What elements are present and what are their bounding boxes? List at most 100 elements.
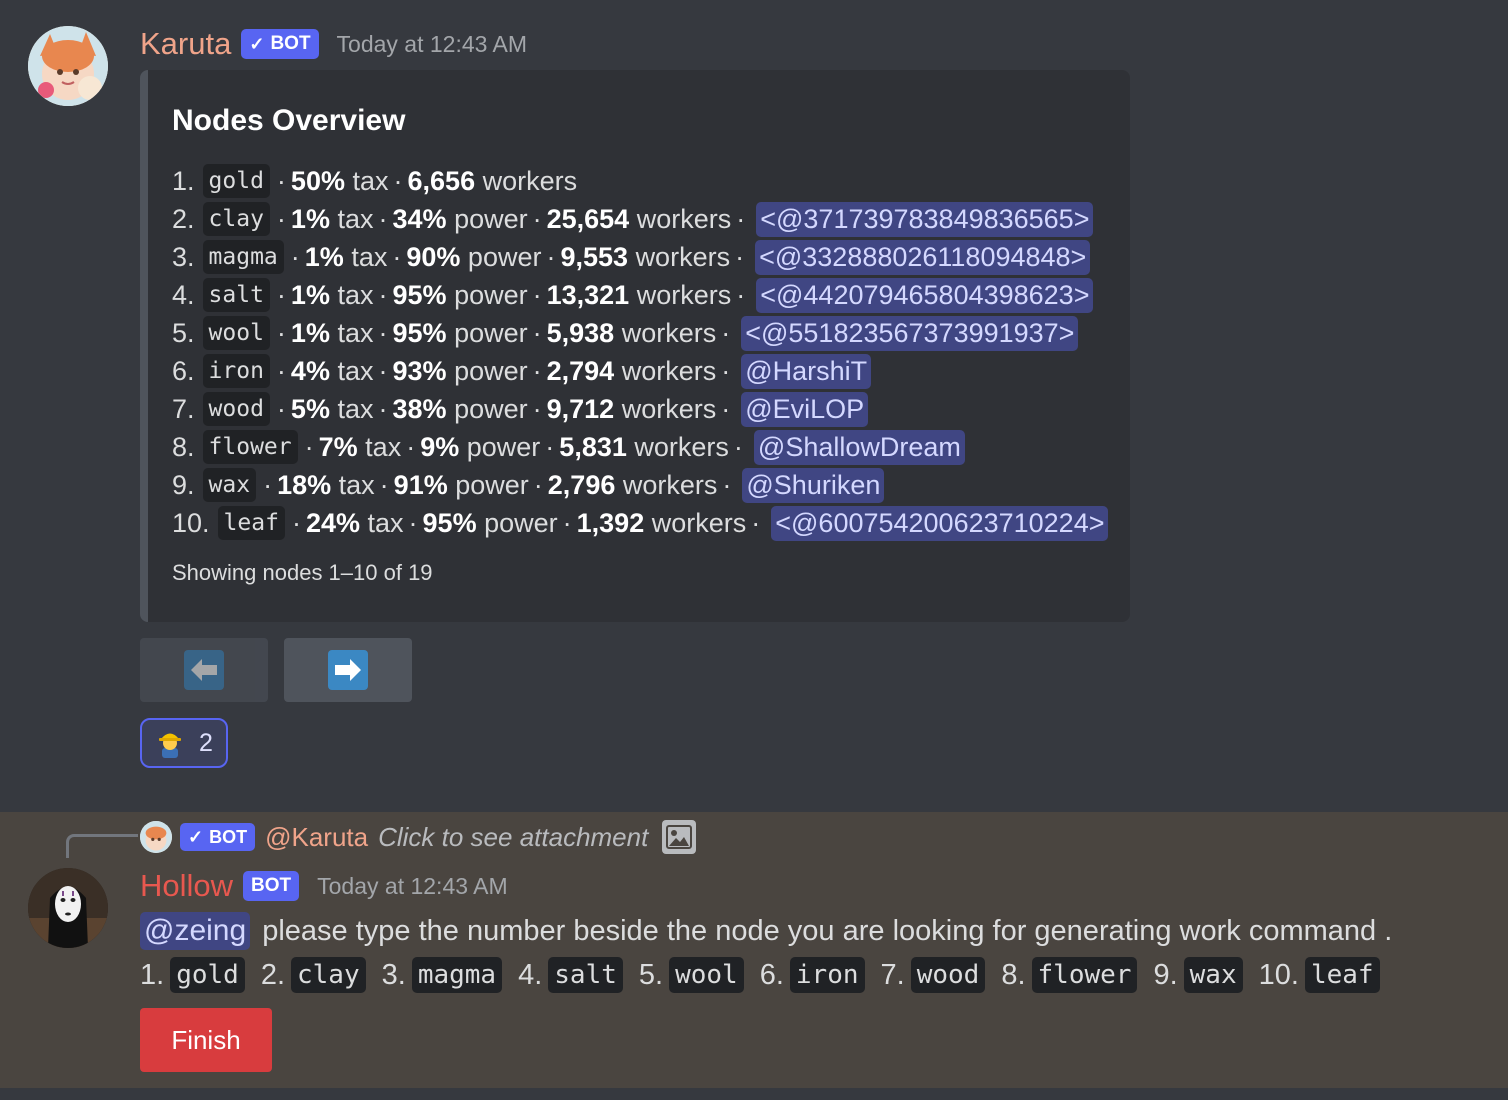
hollow-username[interactable]: Hollow: [140, 868, 233, 904]
node-name: salt: [202, 278, 270, 312]
node-power: 95%: [392, 279, 447, 310]
node-owner-mention[interactable]: <@600754200623710224>: [771, 505, 1109, 541]
bot-badge: BOT: [243, 871, 300, 901]
node-tax-label: tax: [365, 431, 402, 462]
option-name: leaf: [1304, 957, 1380, 993]
node-owner-mention[interactable]: @EviLOP: [741, 391, 869, 427]
reaction-construction-worker[interactable]: 2: [140, 718, 228, 768]
node-workers-label: workers: [621, 355, 717, 386]
node-owner-mention[interactable]: <@371739783849836565>: [756, 201, 1094, 237]
node-number: 10.: [172, 507, 210, 538]
hollow-avatar[interactable]: [28, 868, 108, 948]
node-row: 7. wood · 5% tax · 38% power · 9,712 workers · @E…: [172, 390, 1108, 428]
hollow-header: Hollow BOT Today at 12:43 AM: [140, 866, 508, 906]
node-workers: 6,656: [407, 165, 476, 196]
node-power: 38%: [392, 393, 447, 424]
node-workers: 25,654: [546, 203, 630, 234]
node-tax: 4%: [290, 355, 330, 386]
embed-title: Nodes Overview: [172, 104, 406, 137]
node-option: 8. flower: [1001, 957, 1139, 993]
node-tax-label: tax: [338, 469, 375, 500]
option-number: 8.: [1001, 958, 1026, 991]
node-row: 5. wool · 1% tax · 95% power · 5,938 workers · <@…: [172, 314, 1108, 352]
option-number: 1.: [140, 958, 165, 991]
node-workers-label: workers: [636, 279, 732, 310]
hollow-message-content: @zeing please type the number beside the…: [140, 908, 1396, 998]
node-name: leaf: [217, 506, 285, 540]
node-workers-label: workers: [482, 165, 578, 196]
node-owner-mention[interactable]: <@332888026118094848>: [755, 239, 1091, 275]
arrow-left-icon: [184, 650, 224, 690]
verified-check-icon: ✓: [249, 33, 265, 54]
embed-footer: Showing nodes 1–10 of 19: [172, 560, 433, 585]
node-name: flower: [202, 430, 298, 464]
node-tax: 1%: [290, 279, 330, 310]
node-row: 9. wax · 18% tax · 91% power · 2,796 workers · @S…: [172, 466, 1108, 504]
node-number: 6.: [172, 355, 195, 386]
option-name: magma: [411, 957, 503, 993]
timestamp: Today at 12:43 AM: [317, 872, 508, 899]
node-tax-label: tax: [337, 203, 374, 234]
reply-text: Click to see attachment: [378, 821, 649, 852]
previous-page-button[interactable]: [140, 638, 268, 702]
node-row: 1. gold · 50% tax · 6,656 workers: [172, 162, 1108, 200]
option-name: wax: [1183, 957, 1243, 993]
node-workers: 5,831: [559, 431, 627, 462]
arrow-right-icon: [328, 650, 368, 690]
option-name: iron: [789, 957, 865, 993]
reply-reference[interactable]: ✓ BOT @Karuta Click to see attachment: [140, 818, 697, 856]
node-name: gold: [202, 164, 270, 198]
node-option: 4. salt: [518, 957, 625, 993]
node-owner-mention[interactable]: <@442079465804398623>: [756, 277, 1094, 313]
node-workers-label: workers: [635, 241, 731, 272]
option-name: gold: [170, 957, 245, 993]
node-workers-label: workers: [622, 469, 718, 500]
node-option: 1. gold: [140, 957, 247, 993]
node-option: 3. magma: [382, 957, 504, 993]
node-workers-label: workers: [621, 317, 717, 348]
karuta-avatar-art: [28, 26, 108, 106]
bot-badge: ✓ BOT: [241, 29, 319, 59]
node-tax: 1%: [304, 241, 344, 272]
node-workers: 2,796: [547, 469, 616, 500]
node-workers: 5,938: [546, 317, 615, 348]
node-power: 95%: [422, 507, 477, 538]
node-option: 6. iron: [760, 957, 867, 993]
finish-button[interactable]: Finish: [140, 1008, 272, 1072]
image-icon: [662, 820, 697, 854]
node-number: 1.: [172, 165, 195, 196]
node-tax: 24%: [305, 507, 360, 538]
karuta-header: Karuta ✓ BOT Today at 12:43 AM: [140, 24, 527, 64]
node-tax-label: tax: [337, 355, 374, 386]
user-mention[interactable]: @zeing: [140, 912, 251, 950]
node-row: 6. iron · 4% tax · 93% power · 2,794 workers · @H…: [172, 352, 1108, 390]
reply-connector: [66, 834, 138, 858]
verified-check-icon: ✓: [188, 826, 204, 847]
option-number: 9.: [1153, 958, 1178, 991]
node-tax-label: tax: [367, 507, 404, 538]
node-tax: 50%: [290, 165, 345, 196]
reply-bot-badge: ✓ BOT: [180, 823, 256, 851]
node-power-label: power: [454, 355, 528, 386]
node-name: wax: [202, 468, 257, 502]
node-power-label: power: [454, 393, 528, 424]
node-workers-label: workers: [636, 203, 732, 234]
node-owner-mention[interactable]: @Shuriken: [742, 467, 885, 503]
node-owner-mention[interactable]: <@551823567373991937>: [741, 315, 1079, 351]
node-power: 91%: [393, 469, 448, 500]
node-tax: 18%: [277, 469, 332, 500]
option-number: 5.: [638, 958, 664, 991]
node-option: 2. clay: [261, 957, 368, 993]
construction-worker-emoji-icon: [159, 733, 182, 758]
karuta-avatar[interactable]: [28, 26, 108, 106]
node-power: 93%: [392, 355, 447, 386]
karuta-username[interactable]: Karuta: [140, 26, 231, 62]
node-row: 4. salt · 1% tax · 95% power · 13,321 workers · <…: [172, 276, 1108, 314]
option-name: flower: [1031, 957, 1138, 993]
node-owner-mention[interactable]: @ShallowDream: [753, 429, 965, 465]
node-owner-mention[interactable]: @HarshiT: [741, 353, 872, 389]
node-workers-label: workers: [634, 431, 729, 462]
next-page-button[interactable]: [284, 638, 412, 702]
node-tax: 1%: [290, 203, 330, 234]
node-power-label: power: [454, 279, 528, 310]
